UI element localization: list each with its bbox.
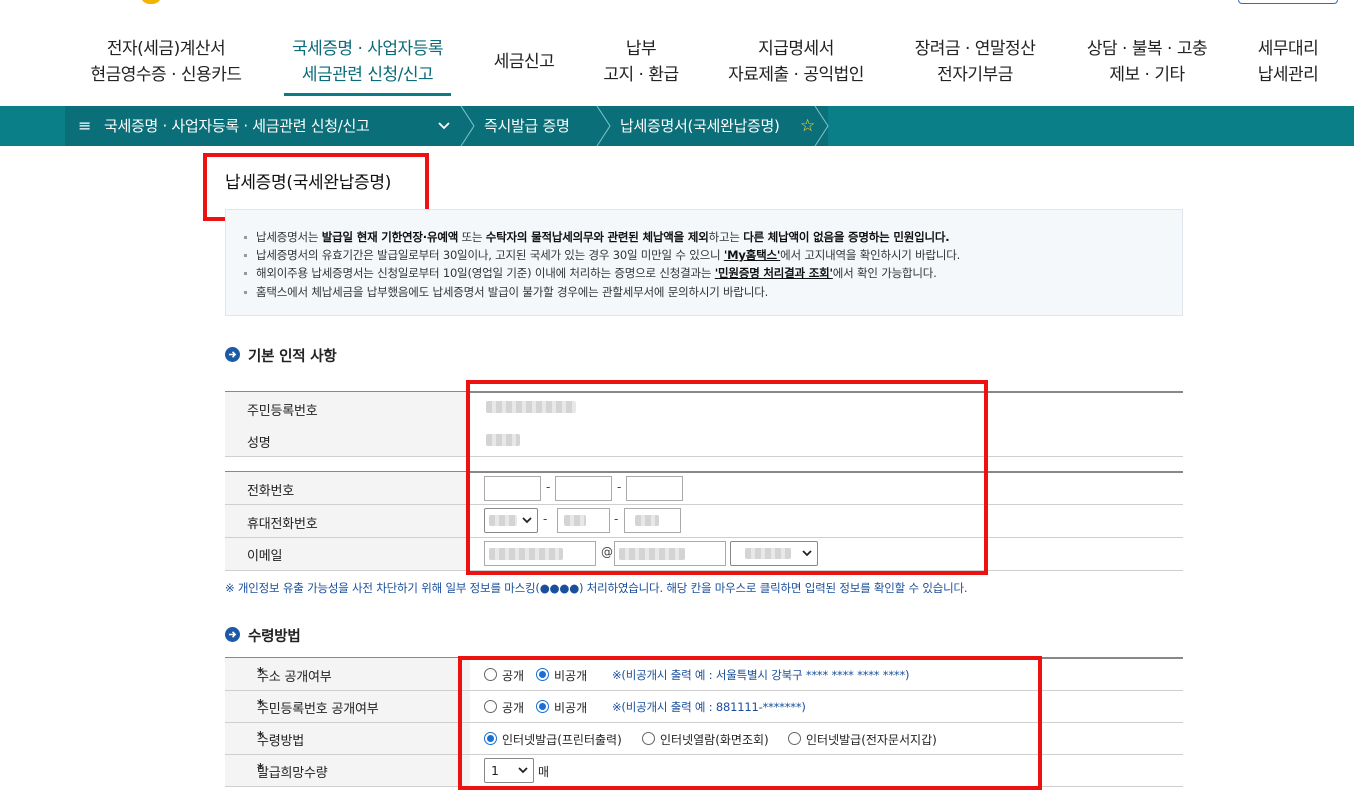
nav-item-payment[interactable]: 납부 고지 · 환급 — [596, 36, 686, 88]
info-line-2: 납세증명서의 유효기간은 발급일로부터 30일이나, 고지된 국세가 있는 경우… — [244, 246, 1182, 264]
breadcrumb-separator-icon — [596, 106, 612, 146]
top-navigation: 전자(세금)계산서 현금영수증 · 신용카드 국세증명 · 사업자등록 세금관련… — [0, 0, 1354, 106]
label-rrn-public: 주민등록번호 공개여부 — [257, 702, 379, 717]
section-title-basic: 기본 인적 사항 — [248, 349, 337, 365]
highlight-box-receive — [458, 656, 1042, 790]
masking-notice: ※ 개인정보 유출 가능성을 사전 차단하기 위해 일부 정보를 마스킹(●●●… — [225, 581, 968, 595]
info-line-3: 해외이주용 납세증명서는 신청일로부터 10일(영업일 기준) 이내에 처리하는… — [244, 264, 1182, 282]
nav-item-e-invoice[interactable]: 전자(세금)계산서 현금영수증 · 신용카드 — [86, 36, 246, 88]
breadcrumb-level3[interactable]: 납세증명서(국세완납증명) — [620, 106, 780, 146]
nav-item-certificate[interactable]: 국세증명 · 사업자등록 세금관련 신청/신고 — [284, 36, 451, 88]
nav-active-underline — [284, 93, 451, 96]
label-phone: 전화번호 — [247, 484, 295, 499]
star-icon[interactable]: ☆ — [800, 106, 815, 146]
breadcrumb-level1[interactable]: 국세증명 · 사업자등록 · 세금관련 신청/신고 — [104, 106, 370, 146]
chevron-down-icon[interactable] — [438, 107, 450, 147]
nav-item-tax-agent[interactable]: 세무대리 납세관리 — [1248, 36, 1328, 88]
arrow-right-circle-icon — [225, 347, 240, 362]
logo-icon — [140, 0, 162, 4]
nav-item-payment-statement[interactable]: 지급명세서 자료제출 · 공익법인 — [722, 36, 870, 88]
label-name: 성명 — [247, 436, 271, 451]
breadcrumb-separator-icon — [814, 106, 830, 146]
nav-item-incentive[interactable]: 장려금 · 연말정산 전자기부금 — [908, 36, 1042, 88]
nav-item-tax-filing[interactable]: 세금신고 — [488, 49, 560, 75]
label-email: 이메일 — [247, 549, 283, 564]
menu-icon[interactable]: ≡ — [78, 106, 91, 146]
highlight-box-personal-info — [466, 380, 988, 575]
result-lookup-link[interactable]: '민원증명 처리결과 조회' — [715, 266, 833, 280]
nav-item-consulting[interactable]: 상담 · 불복 · 고충 제보 · 기타 — [1080, 36, 1214, 88]
header-button[interactable] — [1238, 0, 1338, 4]
breadcrumb: ≡ 국세증명 · 사업자등록 · 세금관련 신청/신고 즉시발급 증명 납세증명… — [0, 106, 1354, 146]
info-box: 납세증명서는 발급일 현재 기한연장·유예액 또는 수탁자의 물적납세의무와 관… — [225, 209, 1183, 316]
info-line-1: 납세증명서는 발급일 현재 기한연장·유예액 또는 수탁자의 물적납세의무와 관… — [244, 228, 1182, 246]
breadcrumb-level2[interactable]: 즉시발급 증명 — [484, 106, 570, 146]
label-mobile: 휴대전화번호 — [247, 517, 318, 532]
breadcrumb-separator-icon — [460, 106, 476, 146]
label-quantity: 발급희망수량 — [257, 766, 328, 781]
label-address-public: 주소 공개여부 — [257, 670, 332, 685]
section-title-receive: 수령방법 — [248, 629, 301, 645]
label-rrn: 주민등록번호 — [247, 404, 318, 419]
my-hometax-link[interactable]: 'My홈택스' — [724, 248, 781, 262]
arrow-right-circle-icon — [225, 627, 240, 642]
info-line-4: 홈택스에서 체납세금을 납부했음에도 납세증명서 발급이 불가할 경우에는 관할… — [244, 283, 1182, 301]
label-method: 수령방법 — [257, 734, 305, 749]
